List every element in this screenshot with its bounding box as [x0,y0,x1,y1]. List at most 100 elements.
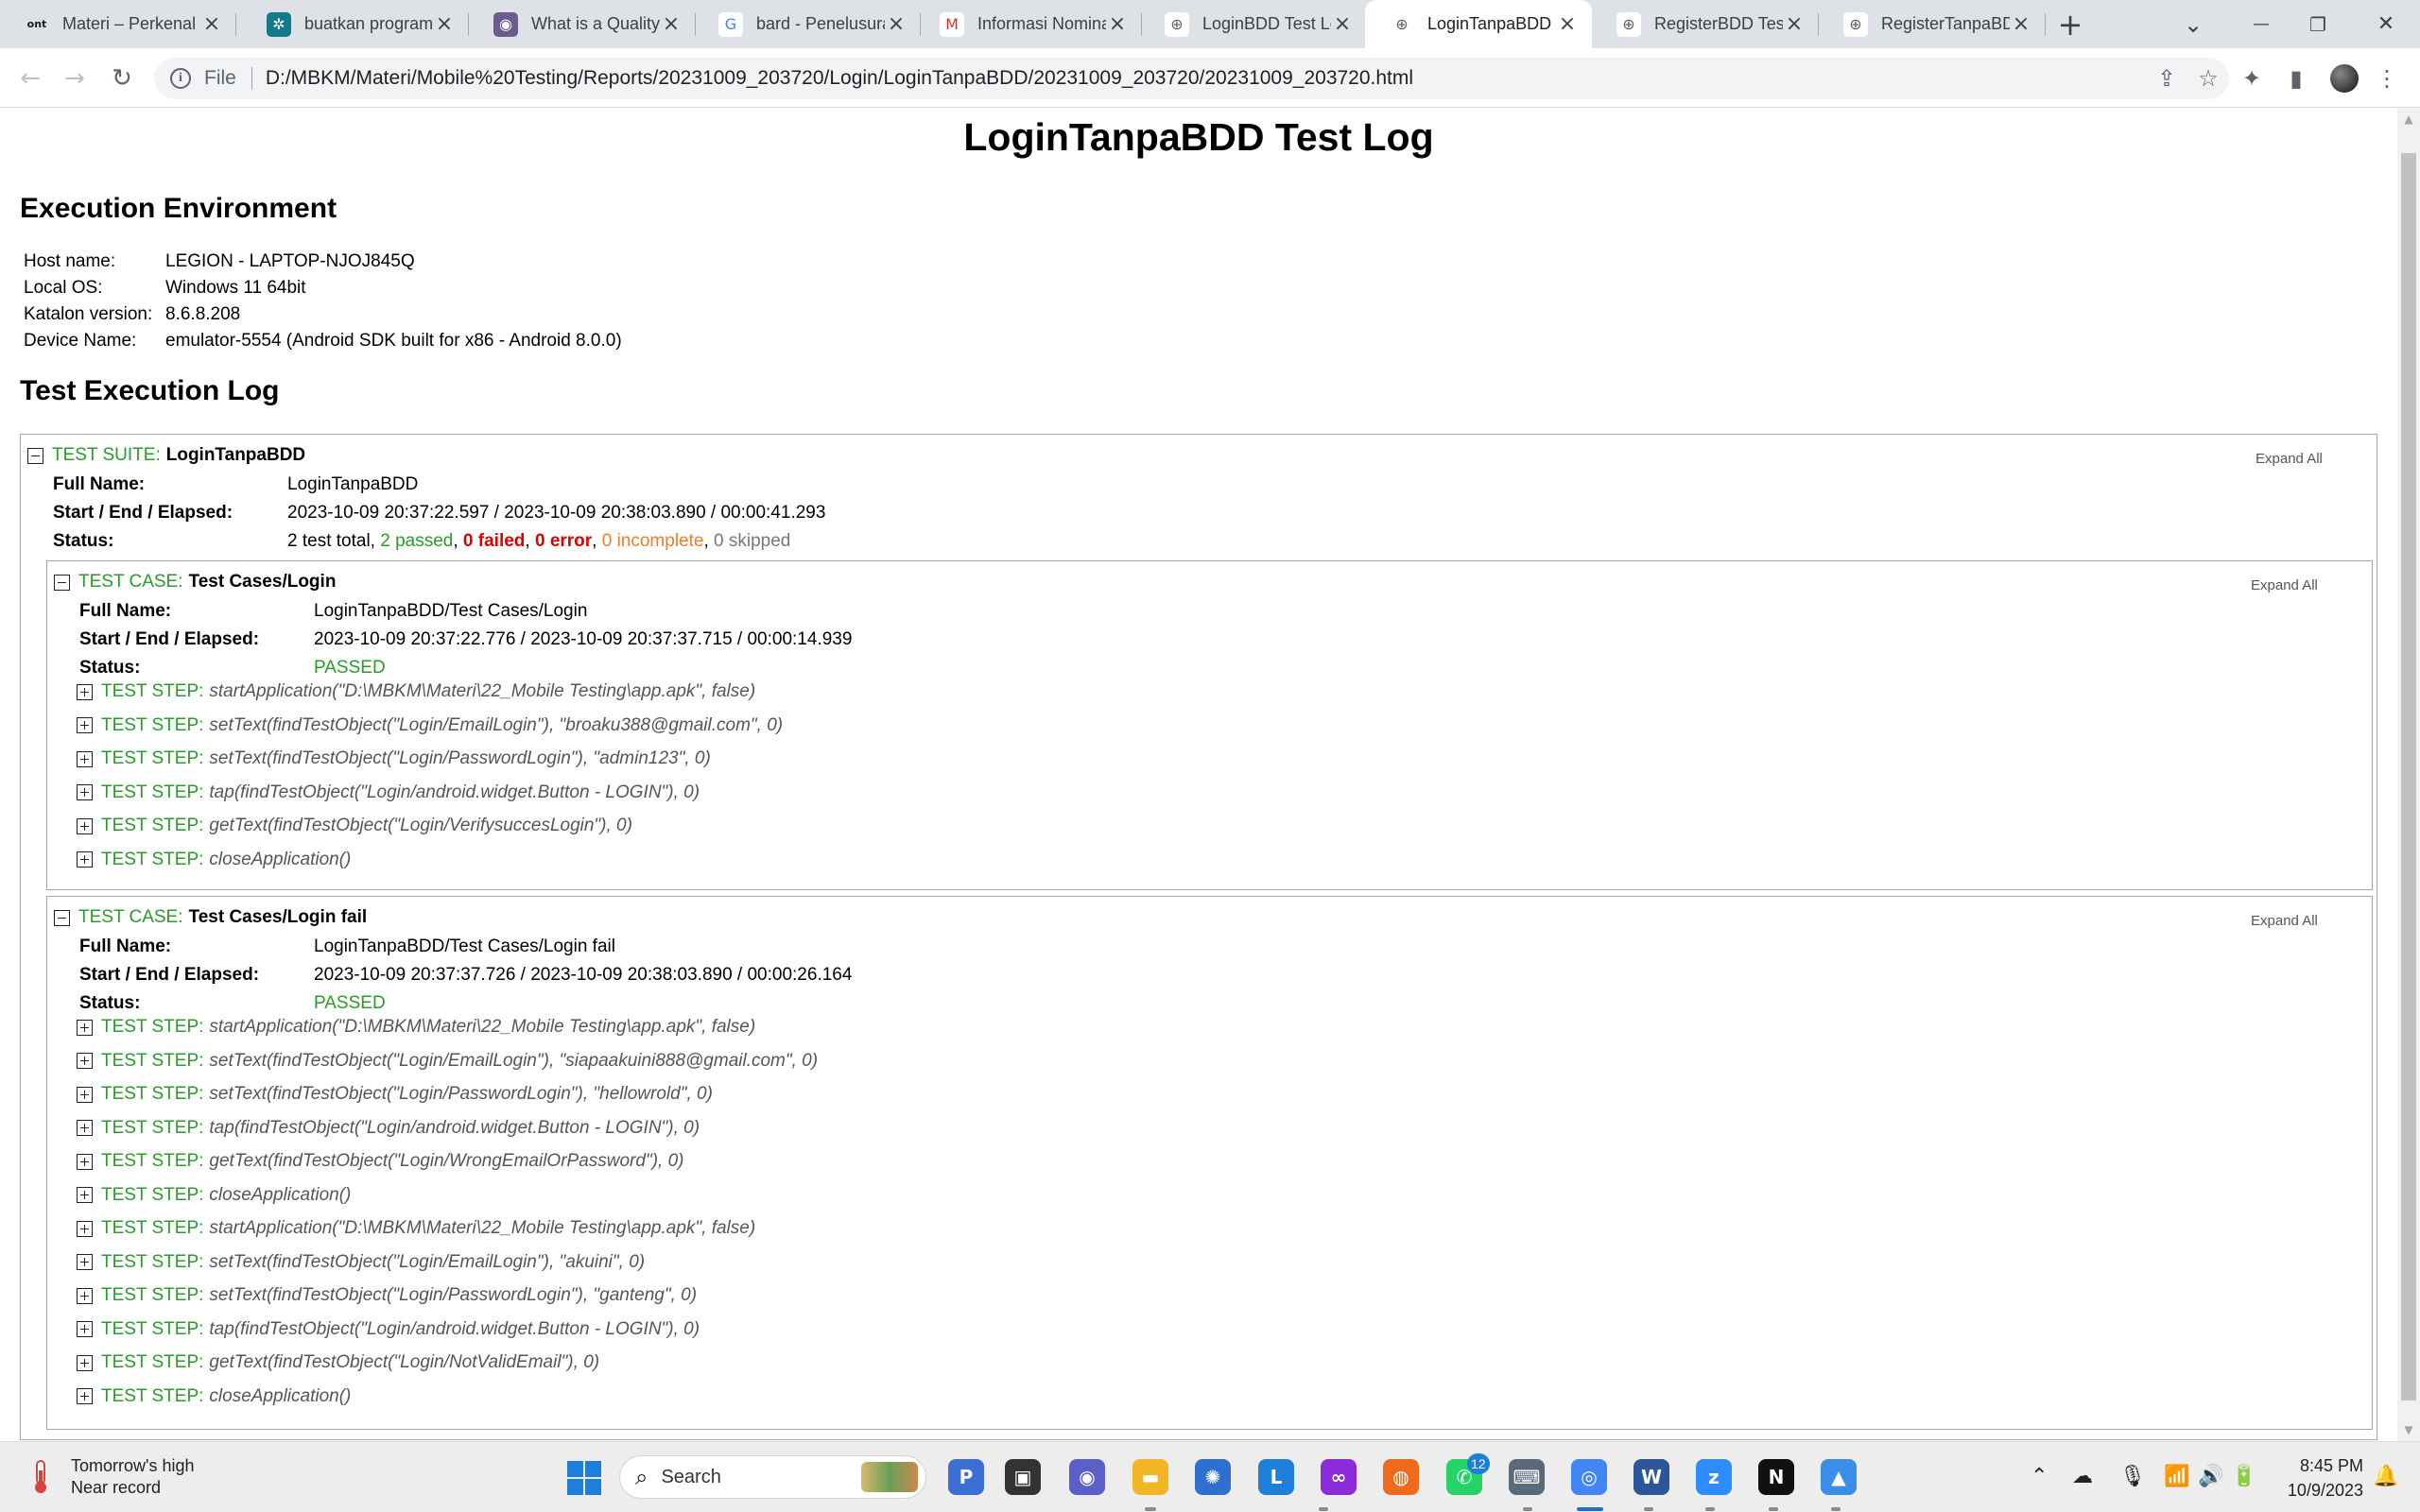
expand-icon[interactable] [77,817,93,834]
back-button[interactable]: ← [9,58,51,99]
expand-icon[interactable] [77,1254,93,1270]
test-case-header[interactable]: TEST CASE: Test Cases/Login fail [54,907,367,928]
terminal-icon[interactable]: ⌨ [1509,1459,1545,1495]
test-step[interactable]: TEST STEP: setText(findTestObject("Login/… [77,1084,713,1105]
tab-3[interactable]: ◉ What is a Quality × [469,0,696,48]
notification-bell-icon[interactable]: 🔔 [2373,1465,2398,1488]
expand-icon[interactable] [77,1086,93,1103]
expand-icon[interactable] [77,1220,93,1237]
test-step[interactable]: TEST STEP: tap(findTestObject("Login/andr… [77,1319,700,1340]
test-step[interactable]: TEST STEP: setText(findTestObject("Login/… [77,1051,818,1072]
test-step[interactable]: TEST STEP: closeApplication() [77,1185,351,1206]
test-step[interactable]: TEST STEP: closeApplication() [77,1386,351,1407]
expand-icon[interactable] [77,1321,93,1337]
task-view-icon[interactable]: ▣ [1005,1459,1041,1495]
tab-6[interactable]: ⊕ LoginBDD Test Lo × [1140,0,1367,48]
tab-7[interactable]: ⊕ LoginTanpaBDD T × [1365,0,1592,48]
tab-2[interactable]: ✲ buatkan program × [242,0,469,48]
test-step[interactable]: TEST STEP: startApplication("D:\MBKM\Mate… [77,1017,755,1038]
photos-icon[interactable]: ▲ [1821,1459,1857,1495]
test-step[interactable]: TEST STEP: closeApplication() [77,850,351,870]
close-icon[interactable]: × [1331,12,1354,36]
tab-4[interactable]: Gbard - Penelusura × [694,0,921,48]
notion-icon[interactable]: N [1758,1459,1794,1495]
firefox-icon[interactable]: ◍ [1383,1459,1419,1495]
test-step[interactable]: TEST STEP: tap(findTestObject("Login/andr… [77,782,700,803]
tab-5[interactable]: M Informasi Nomina × [915,0,1142,48]
case-expand-all-link[interactable]: Expand All [2251,577,2318,593]
scroll-up-icon[interactable]: ▲ [2397,108,2420,130]
forward-button[interactable]: → [54,58,95,99]
minimize-icon[interactable]: — [2238,0,2284,48]
microphone-icon[interactable]: 🎙 [2119,1465,2146,1488]
test-step[interactable]: TEST STEP: tap(findTestObject("Login/andr… [77,1118,700,1139]
start-button[interactable] [565,1459,603,1497]
case-expand-all-link[interactable]: Expand All [2251,913,2318,929]
suite-expand-all-link[interactable]: Expand All [2256,451,2323,467]
close-icon[interactable]: × [200,12,223,36]
expand-icon[interactable] [77,750,93,767]
side-panel-icon[interactable]: ▮ [2275,58,2317,99]
test-step[interactable]: TEST STEP: getText(findTestObject("Login/… [77,1352,599,1373]
volume-icon[interactable]: 🔊 [2198,1465,2223,1488]
bookmark-star-icon[interactable]: ☆ [2187,58,2229,99]
expand-icon[interactable] [77,1187,93,1203]
expand-icon[interactable] [77,851,93,868]
restore-icon[interactable]: ❐ [2295,0,2341,48]
test-case-header[interactable]: TEST CASE: Test Cases/Login [54,572,336,593]
share-icon[interactable]: ⇪ [2146,58,2187,99]
expand-icon[interactable] [77,1120,93,1136]
test-step[interactable]: TEST STEP: startApplication("D:\MBKM\Mate… [77,681,755,702]
file-explorer-icon[interactable]: ▬ [1132,1459,1168,1495]
close-icon[interactable]: × [433,12,456,36]
onedrive-icon[interactable]: ☁ [2072,1465,2093,1488]
expand-icon[interactable] [77,1354,93,1371]
scrollbar-thumb[interactable] [2401,153,2416,1400]
test-step[interactable]: TEST STEP: setText(findTestObject("Login/… [77,1285,697,1306]
new-tab-button[interactable]: + [2049,0,2091,48]
tab-8[interactable]: ⊕ RegisterBDD Test × [1592,0,1819,48]
extensions-icon[interactable]: ✦ [2231,58,2273,99]
url-text[interactable]: D:/MBKM/Materi/Mobile%20Testing/Reports/… [266,67,1413,90]
tab-1[interactable]: ont Materi – Perkenal × [0,0,236,48]
test-step[interactable]: TEST STEP: getText(findTestObject("Login/… [77,1151,683,1172]
powertoys-icon[interactable]: P [948,1459,984,1495]
close-icon[interactable]: × [1783,12,1806,36]
expand-icon[interactable] [77,1388,93,1404]
scroll-down-icon[interactable]: ▼ [2397,1418,2420,1441]
test-suite-header[interactable]: TEST SUITE: LoginTanpaBDD [27,445,305,466]
l-app-icon[interactable]: L [1258,1459,1294,1495]
address-bar[interactable]: i File D:/MBKM/Materi/Mobile%20Testing/R… [154,58,2229,99]
close-icon[interactable]: × [885,12,908,36]
collapse-icon[interactable] [54,909,70,926]
chevron-up-icon[interactable]: ⌃ [2031,1465,2048,1488]
test-step[interactable]: TEST STEP: setText(findTestObject("Login/… [77,715,783,736]
test-step[interactable]: TEST STEP: setText(findTestObject("Login/… [77,748,711,769]
wifi-icon[interactable]: 📶 [2164,1465,2189,1488]
close-window-icon[interactable]: ✕ [2363,0,2409,48]
expand-icon[interactable] [77,683,93,700]
vr-headset-icon[interactable]: ∞ [1321,1459,1357,1495]
battery-icon[interactable]: 🔋 [2231,1465,2256,1488]
taskbar-search[interactable]: ⌕ Search [619,1455,926,1499]
close-icon[interactable]: × [2010,12,2032,36]
kebab-menu-icon[interactable]: ⋮ [2366,58,2408,99]
test-step[interactable]: TEST STEP: getText(findTestObject("Login/… [77,816,632,836]
clock[interactable]: 8:45 PM 10/9/2023 [2269,1453,2363,1503]
vertical-scrollbar[interactable]: ▲ ▼ [2397,108,2420,1441]
word-icon[interactable]: W [1634,1459,1669,1495]
close-icon[interactable]: × [1106,12,1129,36]
expand-icon[interactable] [77,717,93,733]
expand-icon[interactable] [77,1287,93,1304]
teams-chat-icon[interactable]: ◉ [1069,1459,1105,1495]
expand-icon[interactable] [77,1053,93,1069]
tab-9[interactable]: ⊕ RegisterTanpaBD × [1819,0,2046,48]
profile-avatar[interactable] [2330,64,2359,93]
test-step[interactable]: TEST STEP: startApplication("D:\MBKM\Mate… [77,1218,755,1239]
expand-icon[interactable] [77,784,93,800]
collapse-icon[interactable] [27,447,43,464]
expand-icon[interactable] [77,1153,93,1170]
expand-icon[interactable] [77,1019,93,1036]
reload-button[interactable]: ↻ [101,58,143,99]
tab-search-icon[interactable]: ⌄ [2170,0,2216,48]
